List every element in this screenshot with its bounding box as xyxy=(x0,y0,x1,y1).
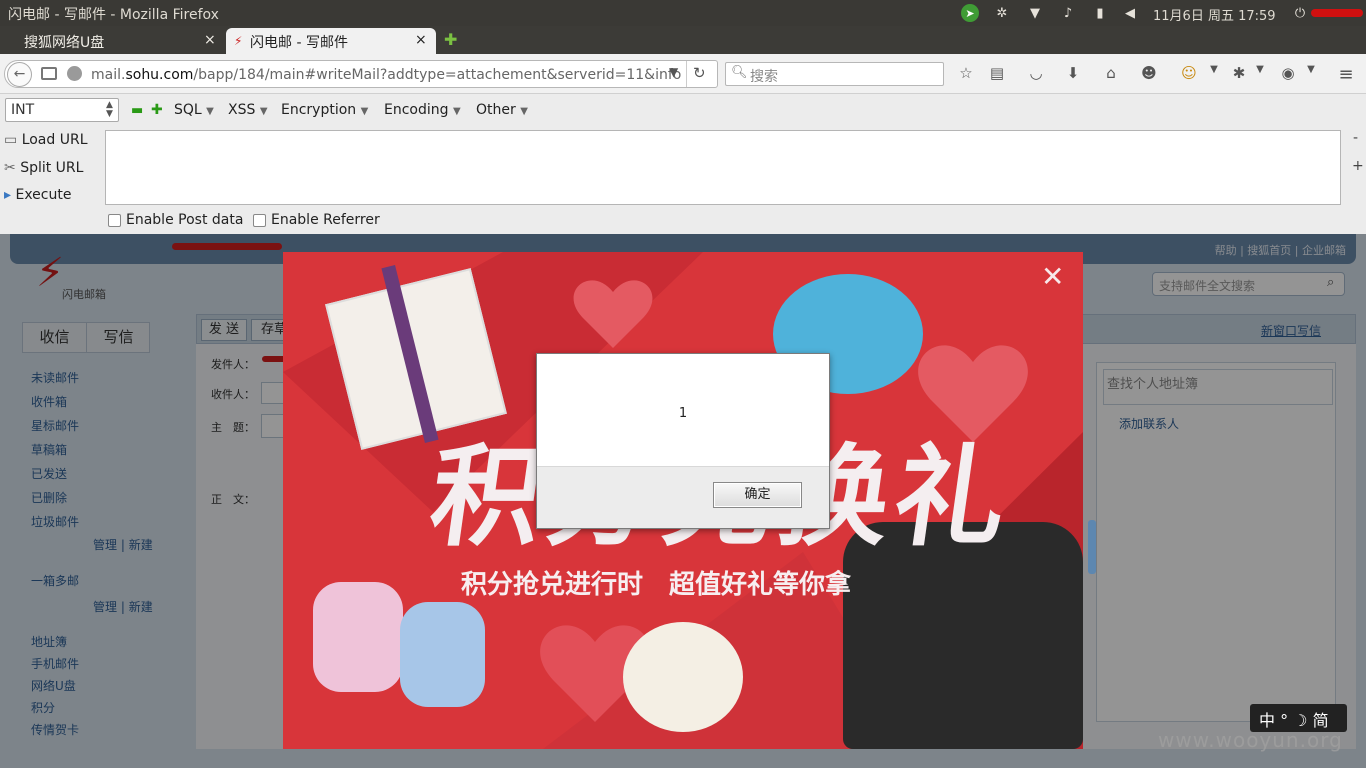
pocket-icon[interactable]: ◡ xyxy=(1026,64,1046,84)
grow-textarea-button[interactable]: + xyxy=(1352,158,1364,174)
battery-icon[interactable]: ▮ xyxy=(1091,4,1109,22)
firebug-dropdown-icon[interactable]: ▼ xyxy=(1250,64,1270,84)
execute-button[interactable]: ▸ Execute xyxy=(4,187,71,203)
reload-icon[interactable]: ↻ xyxy=(693,64,706,82)
chat-icon[interactable]: ☻ xyxy=(1139,64,1159,84)
network-activity-icon[interactable]: ✲ xyxy=(993,4,1011,22)
search-icon: 🔍︎ xyxy=(731,65,748,80)
enable-referrer-checkbox[interactable]: Enable Referrer xyxy=(253,212,380,228)
tab-sohu-udisk[interactable]: 搜狐网络U盘 × xyxy=(0,28,224,54)
search-placeholder: 搜索 xyxy=(750,69,778,85)
type-select-value: INT xyxy=(11,102,35,118)
reading-list-icon[interactable]: ▤ xyxy=(987,64,1007,84)
power-icon[interactable]: ⏻ xyxy=(1291,4,1309,22)
tab-write-mail[interactable]: ⚡ 闪电邮 - 写邮件 × xyxy=(226,28,436,54)
home-icon[interactable]: ⌂ xyxy=(1101,64,1121,84)
url-textarea[interactable] xyxy=(105,130,1341,205)
addon-globe-icon[interactable]: ◉ xyxy=(1278,64,1298,84)
checkbox-box xyxy=(108,213,121,227)
scissors-icon: ✂ xyxy=(4,160,16,176)
split-url-button[interactable]: ✂ Split URL xyxy=(4,160,83,176)
alert-message: 1 xyxy=(678,406,688,421)
site-info-icon[interactable] xyxy=(67,66,82,81)
enable-post-checkbox[interactable]: Enable Post data xyxy=(108,212,243,228)
menu-xss[interactable]: XSS ▼ xyxy=(228,102,268,118)
favicon-icon: ⚡ xyxy=(234,34,243,48)
globe-dropdown-icon[interactable]: ▼ xyxy=(1301,64,1321,84)
volume-icon[interactable]: ◀ xyxy=(1121,4,1139,22)
navigation-bar: ← mail.sohu.com/bapp/184/main#writeMail?… xyxy=(0,54,1366,94)
alert-footer: 确定 xyxy=(537,466,829,528)
telegram-icon[interactable]: ➤ xyxy=(961,4,979,22)
menu-hamburger-icon[interactable]: ≡ xyxy=(1336,64,1356,85)
tab-label: 闪电邮 - 写邮件 xyxy=(250,35,348,51)
type-select[interactable]: INT ▲ ▼ xyxy=(5,98,119,122)
close-icon[interactable]: ✕ xyxy=(1041,260,1064,293)
ok-button[interactable]: 确定 xyxy=(713,482,802,508)
watermark: www.wooyun.org xyxy=(1158,728,1343,752)
download-icon[interactable]: ⬇ xyxy=(1063,64,1083,84)
panel-collapse-handle[interactable] xyxy=(1088,520,1096,574)
page-overview-icon[interactable] xyxy=(41,67,57,80)
firebug-icon[interactable]: ✱ xyxy=(1229,64,1249,84)
checkbox-box xyxy=(253,213,266,227)
menu-encryption[interactable]: Encryption ▼ xyxy=(281,102,368,118)
pink-robot-image xyxy=(313,582,403,692)
url-text[interactable]: mail.sohu.com/bapp/184/main#writeMail?ad… xyxy=(91,67,681,83)
system-clock[interactable]: 11月6日 周五 17:59 xyxy=(1153,5,1276,24)
window-title: 闪电邮 - 写邮件 - Mozilla Firefox xyxy=(8,7,219,23)
promo-subline: 积分抢兑进行时 超值好礼等你拿 xyxy=(461,570,852,600)
load-url-button[interactable]: ▭ Load URL xyxy=(4,132,88,148)
menu-encoding[interactable]: Encoding ▼ xyxy=(384,102,461,118)
new-tab-icon[interactable]: ✚ xyxy=(444,30,457,49)
addon-face-icon[interactable]: ☺ xyxy=(1179,64,1199,84)
tab-label: 搜狐网络U盘 xyxy=(24,35,105,51)
addon-dropdown-icon[interactable]: ▼ xyxy=(1204,64,1224,84)
tab-close-icon[interactable]: × xyxy=(415,32,427,48)
load-url-icon: ▭ xyxy=(4,132,18,148)
shrink-textarea-button[interactable]: - xyxy=(1353,130,1358,146)
alert-dialog: 1 确定 xyxy=(536,353,830,529)
url-dropdown-icon[interactable]: ▼ xyxy=(669,65,678,79)
wifi-icon[interactable]: ▼ xyxy=(1026,4,1044,22)
blue-robot-image xyxy=(400,602,485,707)
decrease-icon[interactable]: ▬ xyxy=(131,103,143,118)
url-bar[interactable]: ← mail.sohu.com/bapp/184/main#writeMail?… xyxy=(4,60,718,88)
search-bar[interactable]: 🔍︎ 搜索 xyxy=(725,62,944,86)
menu-sql[interactable]: SQL ▼ xyxy=(174,102,214,118)
url-divider xyxy=(686,61,687,87)
tab-close-icon[interactable]: × xyxy=(204,32,216,48)
increase-icon[interactable]: ✚ xyxy=(151,102,163,118)
spin-arrows-icon: ▲ ▼ xyxy=(106,100,113,119)
notification-bell-icon[interactable]: ♪ xyxy=(1059,4,1077,22)
system-top-bar: 闪电邮 - 写邮件 - Mozilla Firefox ➤ ✲ ▼ ♪ ▮ ◀ … xyxy=(0,0,1366,26)
hackbar-panel: INT ▲ ▼ ▬ ✚ SQL ▼ XSS ▼ Encryption ▼ Enco… xyxy=(0,94,1366,234)
redacted-username xyxy=(1311,9,1363,17)
tab-strip: 搜狐网络U盘 × ⚡ 闪电邮 - 写邮件 × ✚ xyxy=(0,26,1366,54)
sheep-doll-image xyxy=(623,622,743,732)
bookmark-star-icon[interactable]: ☆ xyxy=(956,64,976,84)
execute-icon: ▸ xyxy=(4,187,12,203)
back-icon[interactable]: ← xyxy=(7,62,32,87)
menu-other[interactable]: Other ▼ xyxy=(476,102,528,118)
